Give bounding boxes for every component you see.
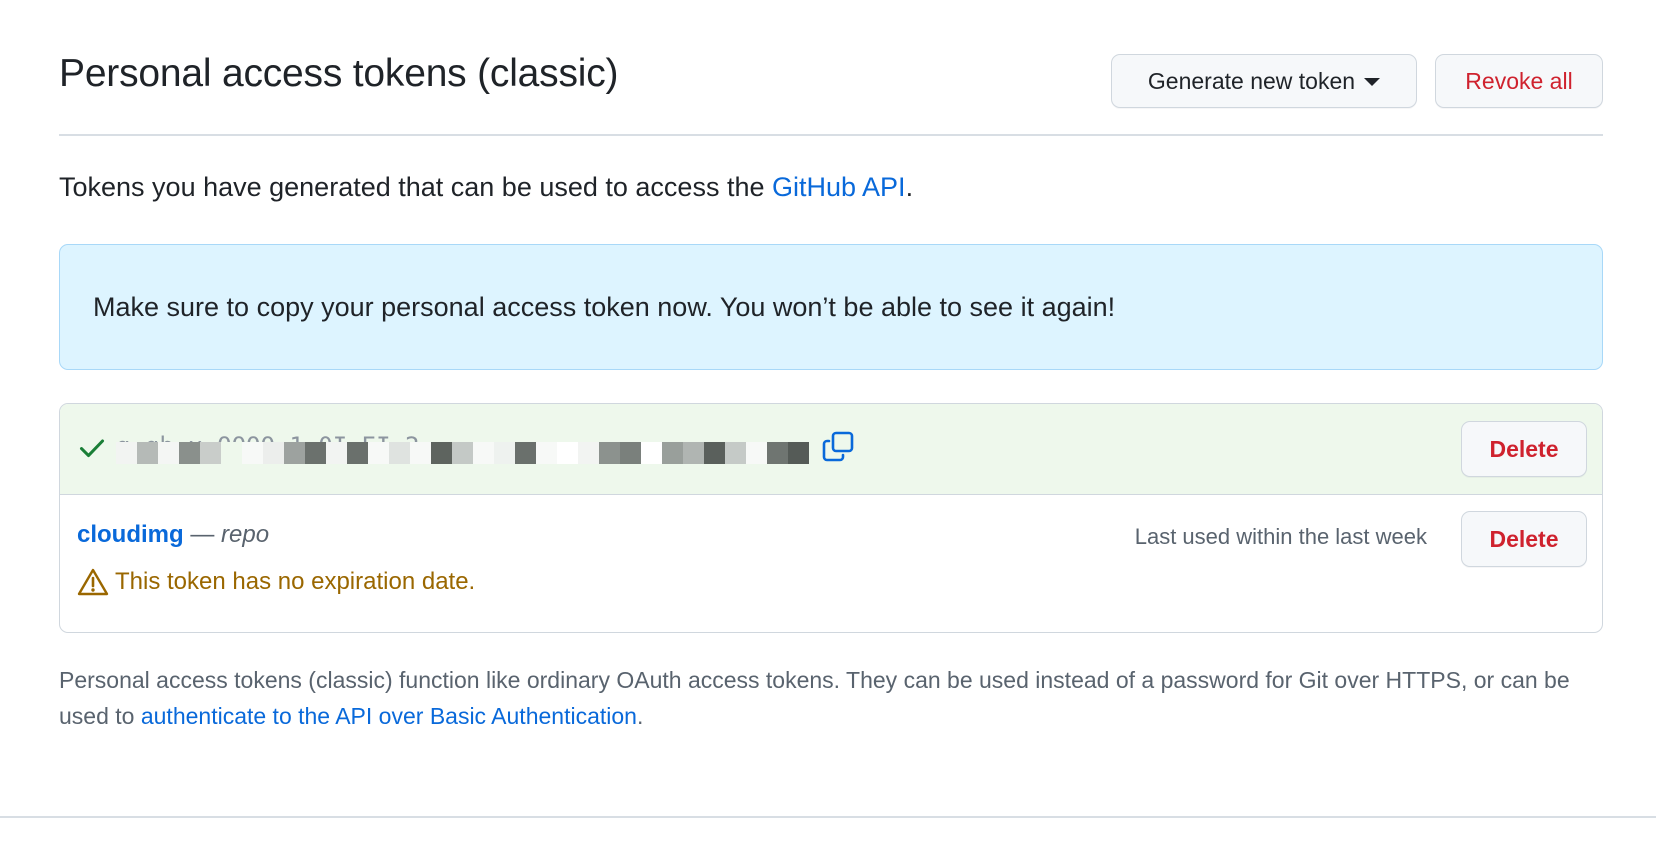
redacted-token-mask <box>116 442 816 464</box>
new-token-row: g gh x OOOO 1 0I EI 2 <box>60 404 1602 495</box>
intro-text: Tokens you have generated that can be us… <box>59 172 913 203</box>
page: Personal access tokens (classic) Generat… <box>0 0 1656 852</box>
delete-new-token-button[interactable]: Delete <box>1461 421 1587 477</box>
intro-text-suffix: . <box>905 172 914 202</box>
check-icon <box>79 439 105 458</box>
token-scope: repo <box>221 521 270 548</box>
expiration-warning-text: This token has no expiration date. <box>115 568 476 595</box>
token-item-cloudimg: cloudimg — repo <box>77 521 269 549</box>
bottom-divider <box>0 816 1656 818</box>
copy-token-flash: Make sure to copy your personal access t… <box>59 244 1603 370</box>
page-header: Personal access tokens (classic) Generat… <box>59 50 1603 136</box>
generate-new-token-button[interactable]: Generate new token <box>1111 54 1417 108</box>
generate-new-token-label: Generate new token <box>1147 67 1356 94</box>
footnote-text: Personal access tokens (classic) functio… <box>59 662 1603 734</box>
alert-icon <box>77 568 109 596</box>
token-list: g gh x OOOO 1 0I EI 2 <box>59 403 1603 633</box>
token-separator: — <box>183 521 222 548</box>
delete-token-button[interactable]: Delete <box>1461 511 1587 567</box>
github-api-link[interactable]: GitHub API <box>772 172 906 202</box>
footnote-text-suffix: . <box>636 703 644 729</box>
token-last-used: Last used within the last week <box>1134 524 1427 549</box>
intro-text-prefix: Tokens you have generated that can be us… <box>59 172 772 202</box>
caret-down-icon <box>1364 78 1381 86</box>
token-name-link[interactable]: cloudimg <box>77 521 184 548</box>
expiration-warning: This token has no expiration date. <box>77 567 475 597</box>
copy-icon[interactable] <box>820 430 856 464</box>
page-title: Personal access tokens (classic) <box>59 52 619 95</box>
flash-message: Make sure to copy your personal access t… <box>93 291 1116 322</box>
basic-auth-link[interactable]: authenticate to the API over Basic Authe… <box>141 703 637 729</box>
revoke-all-button[interactable]: Revoke all <box>1435 54 1603 108</box>
